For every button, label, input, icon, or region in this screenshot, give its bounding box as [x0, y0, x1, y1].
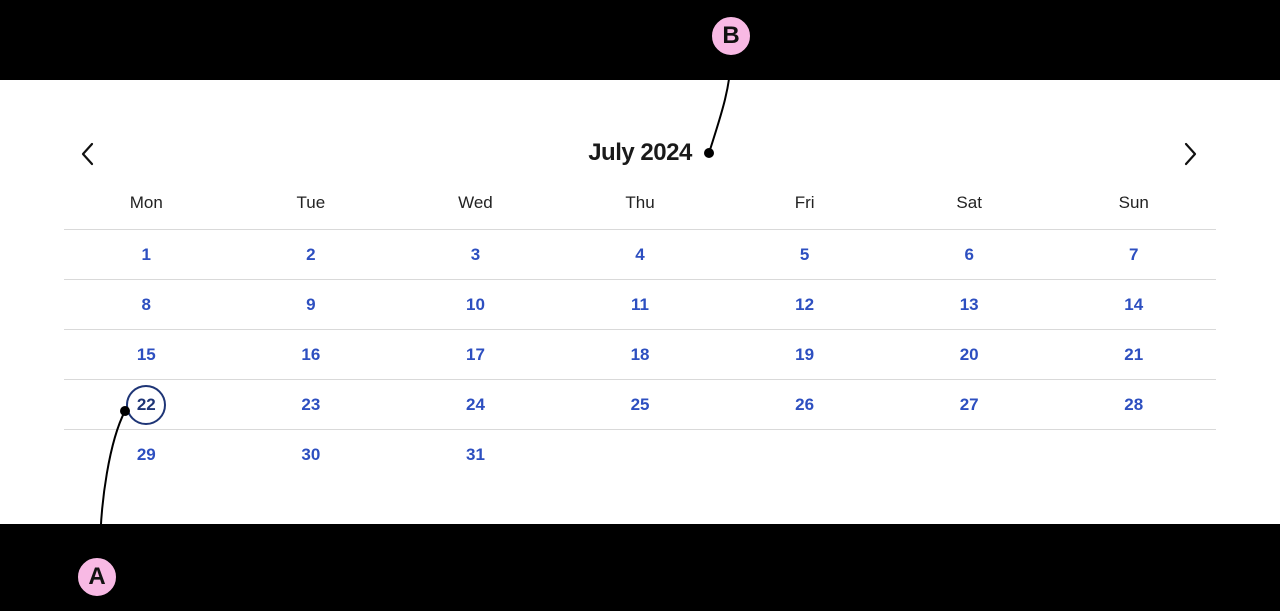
day-cell[interactable]: 17 — [393, 330, 558, 379]
weekday-label: Wed — [458, 193, 493, 212]
day-number: 17 — [465, 344, 485, 364]
month-title: July 2024 — [588, 139, 692, 166]
day-cell[interactable]: 5 — [722, 230, 887, 279]
week-row: 29 30 31 — [64, 430, 1216, 479]
day-number: 10 — [465, 294, 485, 314]
day-cell[interactable]: 9 — [229, 280, 394, 329]
day-number: 31 — [465, 444, 485, 464]
annotation-marker-a: A — [76, 556, 118, 598]
day-number: 19 — [795, 344, 815, 364]
day-cell[interactable]: 11 — [558, 280, 723, 329]
chevron-right-icon — [1184, 142, 1197, 166]
day-cell[interactable]: 1 — [64, 230, 229, 279]
day-number: 27 — [959, 394, 979, 414]
day-cell[interactable]: 23 — [229, 380, 394, 429]
calendar-grid: Mon Tue Wed Thu Fri Sat Sun 1 2 3 4 5 6 7 8 9 10 1… — [64, 180, 1216, 479]
day-cell[interactable]: 8 — [64, 280, 229, 329]
day-number: 6 — [964, 244, 974, 264]
empty-day-cell — [722, 430, 887, 479]
day-number: 2 — [306, 244, 316, 264]
week-row: 1 2 3 4 5 6 7 — [64, 230, 1216, 280]
day-cell[interactable]: 14 — [1051, 280, 1216, 329]
calendar-panel: July 2024 Mon Tue Wed Thu Fri Sat Sun 12… — [0, 80, 1280, 524]
day-number: 16 — [301, 344, 321, 364]
day-number: 1 — [141, 244, 152, 264]
weeks-container: 1 2 3 4 5 6 7 8 9 10 11 12 13 14 15 16 17 18 19 20 21 22 23 24 2… — [64, 230, 1216, 479]
day-cell[interactable]: 2 — [229, 230, 394, 279]
day-number: 12 — [795, 294, 815, 314]
day-number: 29 — [136, 444, 156, 464]
empty-day-cell — [1051, 430, 1216, 479]
day-number: 21 — [1124, 344, 1144, 364]
day-number: 8 — [141, 294, 152, 314]
annotation-marker-b: B — [710, 15, 752, 57]
day-number: 15 — [136, 344, 156, 364]
day-cell[interactable]: 20 — [887, 330, 1052, 379]
day-cell[interactable]: 30 — [229, 430, 394, 479]
day-cell[interactable]: 6 — [887, 230, 1052, 279]
day-number: 3 — [470, 244, 481, 264]
empty-day-cell — [887, 430, 1052, 479]
weekday-header-row: Mon Tue Wed Thu Fri Sat Sun — [64, 180, 1216, 230]
day-cell[interactable]: 25 — [558, 380, 723, 429]
day-cell[interactable]: 10 — [393, 280, 558, 329]
week-row: 8 9 10 11 12 13 14 — [64, 280, 1216, 330]
day-number: 5 — [799, 244, 810, 264]
day-cell[interactable]: 12 — [722, 280, 887, 329]
day-cell[interactable]: 21 — [1051, 330, 1216, 379]
day-number: 9 — [306, 294, 316, 314]
day-cell[interactable]: 27 — [887, 380, 1052, 429]
day-cell[interactable]: 26 — [722, 380, 887, 429]
day-number: 20 — [959, 344, 979, 364]
weekday-label: Fri — [794, 193, 815, 212]
weekday-label: Sat — [956, 193, 982, 212]
week-row: 15 16 17 18 19 20 21 — [64, 330, 1216, 380]
day-cell[interactable]: 28 — [1051, 380, 1216, 429]
day-cell[interactable]: 15 — [64, 330, 229, 379]
day-number: 25 — [630, 394, 650, 414]
day-number: 14 — [1124, 294, 1144, 314]
day-cell[interactable]: 3 — [393, 230, 558, 279]
empty-day-cell — [558, 430, 723, 479]
day-number: 18 — [630, 344, 650, 364]
day-number: 28 — [1124, 394, 1144, 414]
day-cell[interactable]: 19 — [722, 330, 887, 379]
day-number: 30 — [301, 444, 321, 464]
day-cell-today[interactable]: 22 — [64, 380, 229, 429]
day-cell[interactable]: 18 — [558, 330, 723, 379]
day-number: 4 — [635, 244, 645, 264]
next-month-button[interactable] — [1174, 138, 1206, 170]
week-row: 22 23 24 25 26 27 28 — [64, 380, 1216, 430]
day-number: 22 — [126, 384, 167, 425]
day-number: 7 — [1129, 244, 1139, 264]
day-cell[interactable]: 31 — [393, 430, 558, 479]
day-number: 23 — [301, 394, 321, 414]
day-number: 24 — [465, 394, 485, 414]
weekday-label: Sun — [1118, 193, 1149, 212]
day-number: 26 — [795, 394, 815, 414]
day-cell[interactable]: 4 — [558, 230, 723, 279]
day-cell[interactable]: 13 — [887, 280, 1052, 329]
day-cell[interactable]: 24 — [393, 380, 558, 429]
day-cell[interactable]: 16 — [229, 330, 394, 379]
weekday-label: Mon — [129, 193, 163, 212]
day-cell[interactable]: 29 — [64, 430, 229, 479]
day-number: 11 — [631, 294, 650, 314]
day-number: 13 — [959, 294, 979, 314]
weekday-label: Thu — [625, 193, 655, 212]
day-cell[interactable]: 7 — [1051, 230, 1216, 279]
weekday-label: Tue — [296, 193, 326, 212]
